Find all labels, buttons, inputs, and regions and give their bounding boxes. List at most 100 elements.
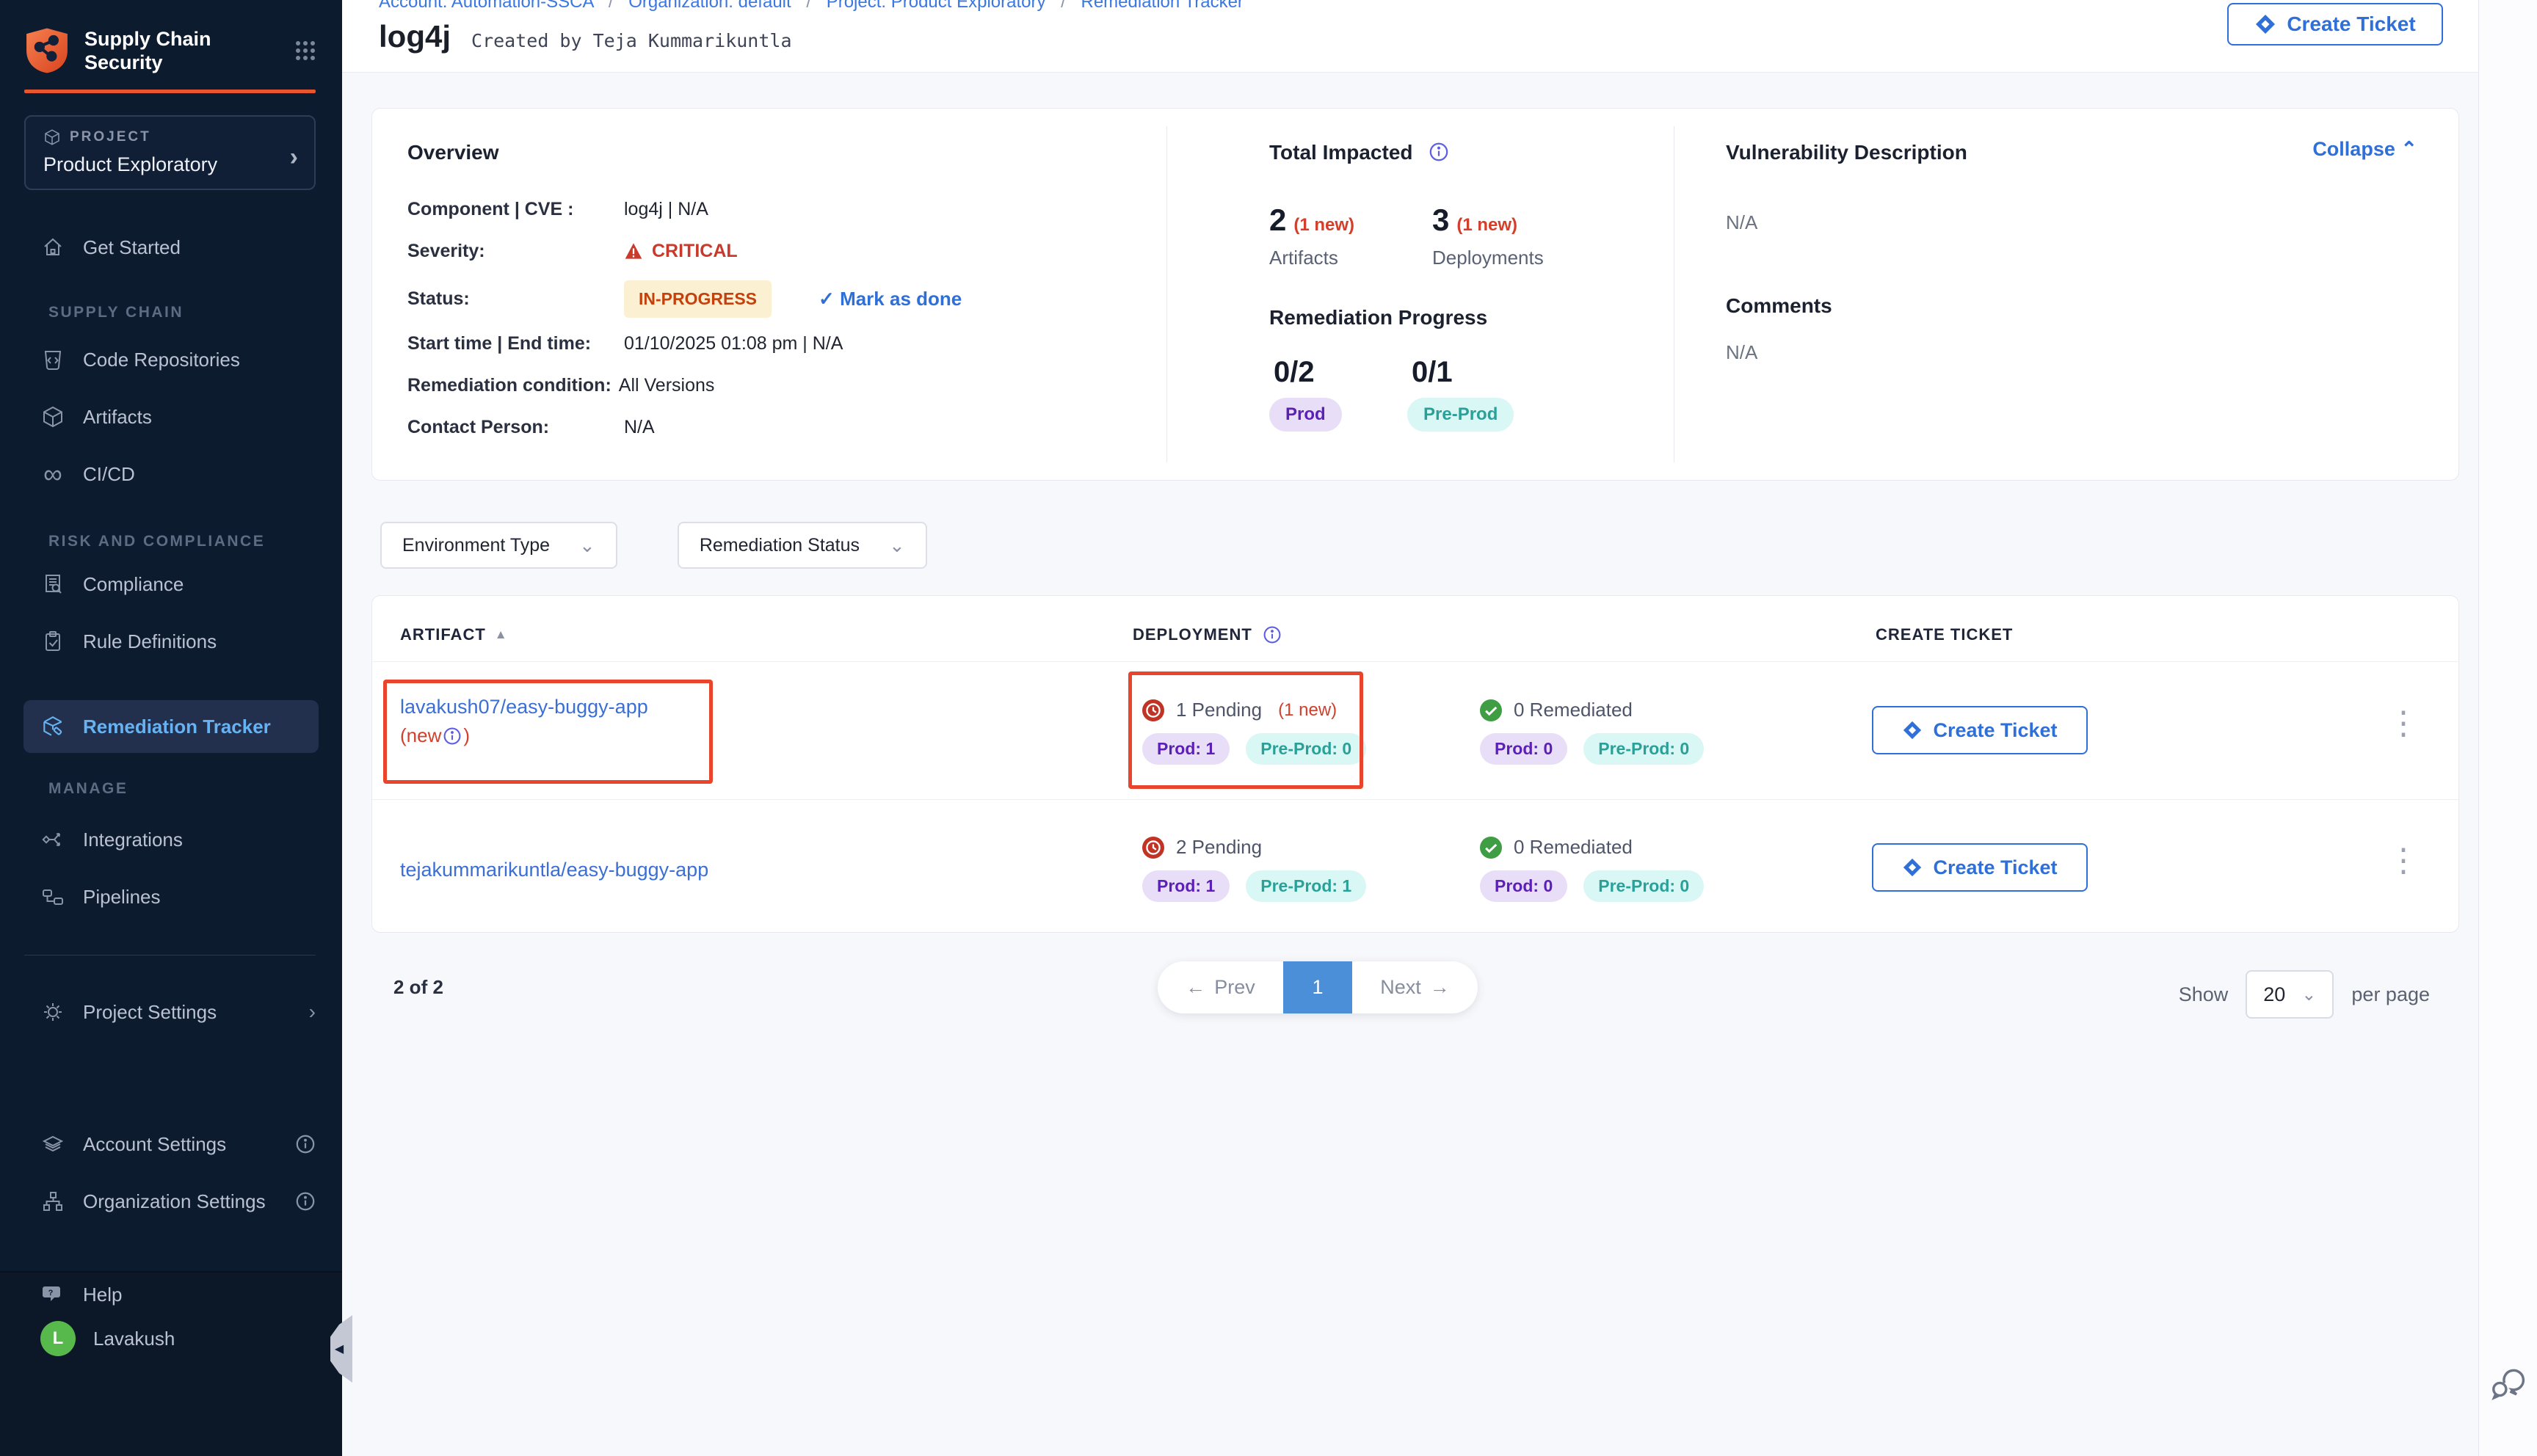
sidebar-item-label: Integrations <box>83 829 183 851</box>
artifact-new-flag: (new ) <box>400 724 648 747</box>
severity-label: Severity: <box>407 241 624 262</box>
sidebar-item-integrations[interactable]: Integrations <box>0 811 342 868</box>
sidebar-item-label: Pipelines <box>83 886 161 909</box>
cube-icon <box>40 405 65 429</box>
component-value: log4j | N/A <box>624 199 708 220</box>
info-icon[interactable] <box>1429 142 1449 162</box>
next-page-button[interactable]: Next → <box>1352 961 1478 1013</box>
breadcrumb-account[interactable]: Account: Automation-SSCA <box>379 0 593 12</box>
chat-bubbles-icon[interactable] <box>2488 1364 2529 1405</box>
sidebar-item-label: Code Repositories <box>83 349 240 371</box>
page-title: log4j <box>379 19 451 54</box>
share-branch-icon <box>40 828 65 851</box>
breadcrumb-separator: / <box>1061 0 1066 12</box>
chevron-right-icon: › <box>309 1000 316 1024</box>
sidebar-item-remediation-tracker[interactable]: Remediation Tracker <box>23 700 319 753</box>
ticket-diamond-icon <box>1902 857 1923 878</box>
collapse-toggle[interactable]: Collapse ⌃ <box>2312 138 2417 161</box>
sidebar-item-pipelines[interactable]: Pipelines <box>0 868 342 925</box>
section-label-manage: MANAGE <box>0 779 342 798</box>
prod-badge: Prod: 0 <box>1480 733 1567 765</box>
sidebar-item-rule-definitions[interactable]: Rule Definitions <box>0 613 342 670</box>
remediated-check-icon <box>1480 837 1502 859</box>
sidebar-item-label: Help <box>83 1284 122 1306</box>
warning-triangle-icon <box>624 242 643 260</box>
breadcrumb-project[interactable]: Project: Product Exploratory <box>827 0 1046 12</box>
per-page-select[interactable]: 20 ⌄ <box>2246 970 2334 1019</box>
help-chat-icon: ? <box>40 1283 65 1306</box>
create-ticket-button-row[interactable]: Create Ticket <box>1872 706 2088 754</box>
show-label: Show <box>2179 983 2229 1006</box>
current-page-button[interactable]: 1 <box>1283 961 1352 1013</box>
prod-badge: Prod <box>1269 398 1342 432</box>
chevron-down-icon: ⌄ <box>2301 984 2316 1005</box>
mark-as-done-link[interactable]: ✓ Mark as done <box>819 288 962 310</box>
preprod-badge: Pre-Prod: 0 <box>1583 870 1704 902</box>
info-icon[interactable] <box>1263 625 1282 644</box>
sidebar-item-artifacts[interactable]: Artifacts <box>0 388 342 445</box>
artifact-link[interactable]: lavakush07/easy-buggy-app <box>400 696 648 718</box>
row-divider <box>372 661 2458 662</box>
main-content: Account: Automation-SSCA / Organization:… <box>342 0 2478 1456</box>
project-selector[interactable]: PROJECT Product Exploratory › <box>24 115 316 190</box>
breadcrumb-organization[interactable]: Organization: default <box>628 0 791 12</box>
prod-badge: Prod: 0 <box>1480 870 1567 902</box>
info-icon[interactable] <box>443 727 462 746</box>
sidebar-item-account-settings[interactable]: Account Settings <box>0 1115 342 1173</box>
per-page-label: per page <box>2351 983 2430 1006</box>
environment-type-filter[interactable]: Environment Type ⌄ <box>380 522 617 569</box>
column-header-artifact: ARTIFACT ▲ <box>400 625 508 644</box>
card-divider <box>1166 126 1167 462</box>
sort-asc-icon[interactable]: ▲ <box>495 627 508 642</box>
sidebar-item-label: CI/CD <box>83 463 135 486</box>
prod-badge: Prod: 1 <box>1142 733 1230 765</box>
row-menu-kebab-icon[interactable]: ⋮ <box>2387 707 2420 740</box>
remediation-status-filter[interactable]: Remediation Status ⌄ <box>678 522 927 569</box>
chevron-right-icon: › <box>290 143 298 172</box>
box-edit-icon <box>40 714 65 739</box>
ticket-diamond-icon <box>2254 13 2276 35</box>
sidebar-item-code-repositories[interactable]: Code Repositories <box>0 331 342 388</box>
deployments-label: Deployments <box>1432 247 1595 269</box>
info-icon[interactable] <box>295 1134 316 1154</box>
sidebar-item-organization-settings[interactable]: Organization Settings <box>0 1173 342 1230</box>
user-name: Lavakush <box>93 1328 175 1350</box>
brand-accent-line <box>24 90 316 93</box>
sidebar-item-cicd[interactable]: ∞ CI/CD <box>0 445 342 503</box>
breadcrumb-remediation-tracker[interactable]: Remediation Tracker <box>1081 0 1244 12</box>
preprod-progress-value: 0/1 <box>1407 356 1545 389</box>
deployment-pending-cell: 1 Pending (1 new) Prod: 1 Pre-Prod: 0 <box>1142 699 1366 765</box>
sidebar-item-get-started[interactable]: Get Started <box>0 225 342 269</box>
artifacts-table: ARTIFACT ▲ DEPLOYMENT CREATE TICKET lava… <box>371 595 2459 933</box>
chevron-up-icon: ⌃ <box>2400 138 2417 160</box>
sidebar-item-label: Rule Definitions <box>83 630 217 653</box>
shield-logo-icon <box>24 26 70 75</box>
sidebar-item-compliance[interactable]: Compliance <box>0 556 342 613</box>
collapse-left-icon: ◀ <box>335 1342 344 1356</box>
create-ticket-button-header[interactable]: Create Ticket <box>2227 3 2443 46</box>
chevron-down-icon: ⌄ <box>889 534 905 557</box>
time-label: Start time | End time: <box>407 333 624 354</box>
time-value: 01/10/2025 01:08 pm | N/A <box>624 333 843 354</box>
sidebar-item-label: Account Settings <box>83 1133 226 1156</box>
row-menu-kebab-icon[interactable]: ⋮ <box>2387 845 2420 877</box>
sidebar-item-help[interactable]: ? Help <box>0 1273 342 1317</box>
sidebar-item-user[interactable]: L Lavakush <box>0 1317 342 1361</box>
sidebar-item-label: Artifacts <box>83 406 152 429</box>
app-grid-icon[interactable] <box>293 38 318 63</box>
brand: Supply ChainSecurity <box>24 26 318 75</box>
sidebar-item-project-settings[interactable]: Project Settings › <box>0 983 342 1041</box>
column-header-create-ticket: CREATE TICKET <box>1876 625 2013 644</box>
create-ticket-button-row[interactable]: Create Ticket <box>1872 843 2088 892</box>
clipboard-check-icon <box>40 630 65 653</box>
artifact-link[interactable]: tejakummarikuntla/easy-buggy-app <box>400 859 708 881</box>
sidebar-divider <box>24 955 316 956</box>
remediation-progress-title: Remediation Progress <box>1269 306 1651 330</box>
result-count: 2 of 2 <box>393 976 443 999</box>
ticket-diamond-icon <box>1902 720 1923 740</box>
prev-page-button[interactable]: ← Prev <box>1158 961 1283 1013</box>
pending-clock-icon <box>1142 837 1164 859</box>
info-icon[interactable] <box>295 1191 316 1212</box>
deployments-new-count: (1 new) <box>1456 215 1517 235</box>
comments-title: Comments <box>1726 294 2400 318</box>
